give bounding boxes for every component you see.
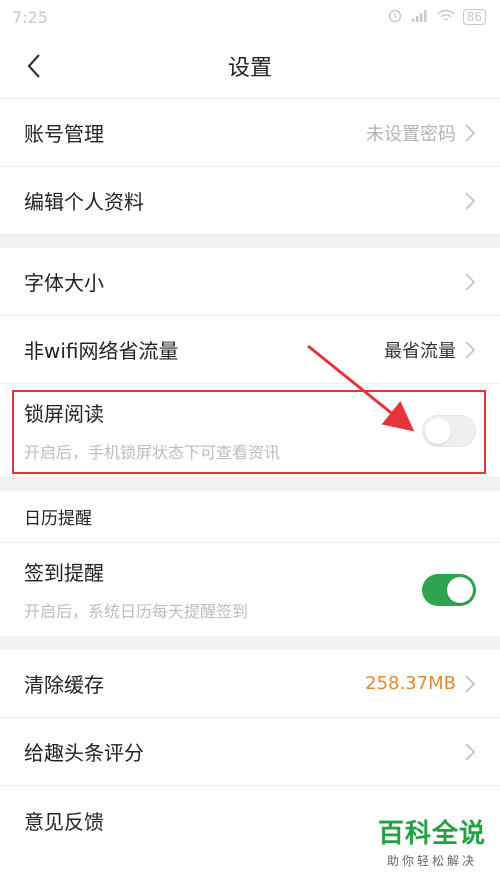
- row-label: 锁屏阅读: [24, 402, 104, 426]
- chevron-right-icon: [465, 191, 476, 210]
- status-time: 7:25: [12, 7, 48, 27]
- toggle-knob: [447, 576, 473, 603]
- wifi-icon: [437, 8, 455, 27]
- alarm-icon: [387, 7, 403, 27]
- row-value: 最省流量: [384, 340, 456, 362]
- row-label: 编辑个人资料: [24, 190, 144, 214]
- row-label: 给趣头条评分: [24, 741, 144, 765]
- row-font-size[interactable]: 字体大小: [0, 248, 500, 316]
- toggle-knob: [425, 417, 451, 444]
- row-label: 非wifi网络省流量: [24, 339, 179, 363]
- row-data-saver[interactable]: 非wifi网络省流量 最省流量: [0, 316, 500, 384]
- chevron-right-icon: [465, 272, 476, 291]
- section-header-calendar: 日历提醒: [0, 491, 500, 543]
- row-value: 未设置密码: [366, 123, 456, 145]
- row-label: 账号管理: [24, 122, 104, 146]
- row-label: 意见反馈: [24, 809, 104, 834]
- section-divider: [0, 478, 500, 491]
- row-subtitle: 开启后，系统日历每天提醒签到: [24, 602, 249, 621]
- row-label: 清除缓存: [24, 673, 104, 697]
- row-checkin-reminder: 签到提醒 开启后，系统日历每天提醒签到: [0, 543, 500, 637]
- chevron-right-icon: [465, 742, 476, 761]
- signal-icon: [411, 8, 429, 27]
- chevron-left-icon: [27, 54, 40, 78]
- section-divider: [0, 235, 500, 248]
- watermark-title: 百科全说: [377, 819, 486, 849]
- cache-size: 258.37MB: [365, 673, 456, 694]
- watermark-subtitle: 助你轻松解决: [386, 854, 477, 868]
- page-title: 设置: [227, 56, 272, 81]
- row-label: 字体大小: [24, 271, 104, 295]
- chevron-right-icon: [465, 123, 476, 142]
- row-account[interactable]: 账号管理 未设置密码: [0, 99, 500, 167]
- row-clear-cache[interactable]: 清除缓存 258.37MB: [0, 650, 500, 718]
- watermark-logo: 百科全说 助你轻松解决: [378, 813, 486, 869]
- row-rate-app[interactable]: 给趣头条评分: [0, 718, 500, 786]
- lock-screen-toggle[interactable]: [422, 414, 476, 447]
- row-label: 签到提醒: [24, 561, 104, 585]
- chevron-right-icon: [465, 674, 476, 693]
- back-button[interactable]: [16, 48, 52, 84]
- row-edit-profile[interactable]: 编辑个人资料: [0, 167, 500, 235]
- checkin-toggle[interactable]: [422, 573, 476, 606]
- status-icons: 86: [387, 7, 486, 27]
- nav-bar: 设置: [0, 34, 500, 99]
- row-lock-screen-read: 锁屏阅读 开启后，手机锁屏状态下可查看资讯: [0, 384, 500, 478]
- chevron-right-icon: [465, 340, 476, 359]
- status-bar: 7:25 86: [0, 0, 500, 34]
- section-divider: [0, 637, 500, 650]
- row-subtitle: 开启后，手机锁屏状态下可查看资讯: [24, 443, 281, 462]
- battery-icon: 86: [462, 9, 486, 25]
